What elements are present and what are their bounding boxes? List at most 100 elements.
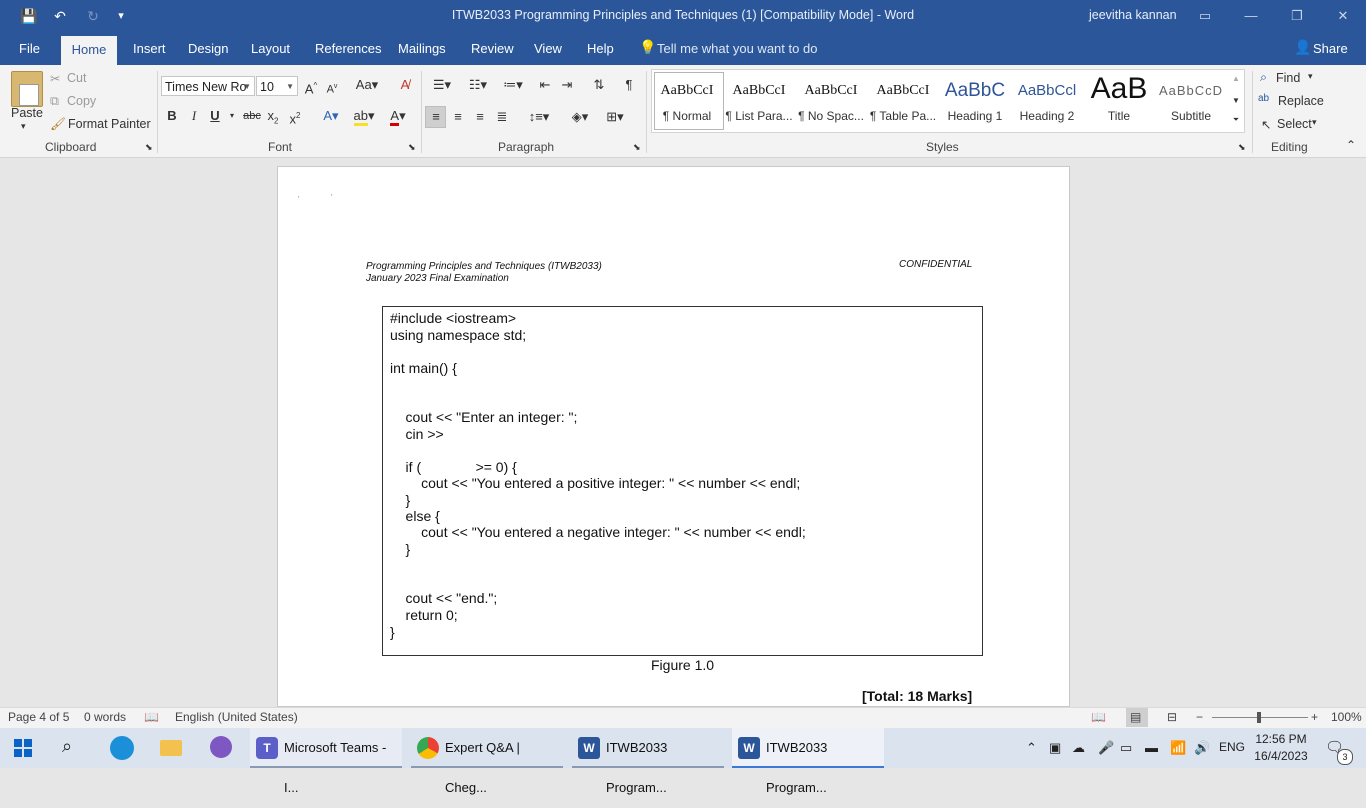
tab-file[interactable]: File: [19, 41, 40, 56]
tab-design[interactable]: Design: [188, 41, 228, 56]
replace-button[interactable]: Replace: [1278, 94, 1324, 108]
ribbon-display-options-icon[interactable]: ▭: [1182, 0, 1228, 32]
close-button[interactable]: ✕: [1320, 0, 1366, 32]
tab-home[interactable]: Home: [61, 36, 117, 65]
edge-icon[interactable]: [110, 736, 134, 760]
web-layout-icon[interactable]: ⊟: [1167, 710, 1177, 724]
read-mode-icon[interactable]: 📖: [1091, 710, 1106, 724]
clipboard-launcher-icon[interactable]: ⬊: [145, 142, 153, 153]
onedrive-icon[interactable]: ☁: [1072, 740, 1085, 756]
taskbar-app-word-2[interactable]: W ITWB2033 Program...: [732, 728, 884, 795]
clear-formatting-icon[interactable]: A̸: [396, 76, 414, 94]
align-center-icon[interactable]: ≡: [449, 108, 467, 126]
change-case-icon[interactable]: Aa▾: [353, 76, 381, 94]
microphone-icon[interactable]: 🎤: [1098, 740, 1114, 756]
styles-scroll-down-icon[interactable]: ▼: [1230, 92, 1242, 110]
style-subtitle[interactable]: AaBbCcD Subtitle: [1156, 73, 1226, 127]
save-icon[interactable]: 💾: [18, 6, 40, 26]
search-icon[interactable]: ⌕: [62, 736, 72, 757]
underline-icon[interactable]: U: [207, 107, 223, 125]
superscript-icon[interactable]: x2: [287, 107, 303, 128]
style-heading-1[interactable]: AaBbC Heading 1: [940, 73, 1010, 127]
select-button[interactable]: Select: [1277, 117, 1312, 131]
tab-help[interactable]: Help: [587, 41, 614, 56]
tab-insert[interactable]: Insert: [133, 41, 166, 56]
user-name[interactable]: jeevitha kannan: [1089, 8, 1177, 22]
align-right-icon[interactable]: ≡: [471, 108, 489, 126]
font-launcher-icon[interactable]: ⬊: [408, 142, 416, 153]
document-page[interactable]: ' ' Programming Principles and Technique…: [277, 166, 1070, 707]
font-name-box[interactable]: Times New Ro ▼: [161, 76, 255, 96]
justify-icon[interactable]: ≣: [493, 108, 511, 126]
numbering-icon[interactable]: ☷▾: [463, 76, 493, 94]
font-size-box[interactable]: 10 ▼: [256, 76, 298, 96]
highlight-icon[interactable]: ab▾: [350, 107, 378, 126]
bullets-icon[interactable]: ☰▾: [427, 76, 457, 94]
styles-scroll-up-icon[interactable]: ▲: [1230, 70, 1242, 88]
styles-launcher-icon[interactable]: ⬊: [1238, 142, 1246, 153]
zoom-level[interactable]: 100%: [1331, 710, 1362, 724]
minimize-button[interactable]: —: [1228, 0, 1274, 32]
paragraph-launcher-icon[interactable]: ⬊: [633, 142, 641, 153]
undo-icon[interactable]: ↶: [49, 6, 71, 26]
redo-icon[interactable]: ↻: [82, 6, 104, 26]
find-button[interactable]: Find: [1276, 71, 1300, 85]
taskbar-app-teams[interactable]: T Microsoft Teams - I...: [250, 728, 402, 795]
collapse-ribbon-icon[interactable]: ⌃: [1346, 138, 1356, 152]
underline-dropdown-icon[interactable]: ▾: [228, 107, 236, 125]
show-formatting-icon[interactable]: ¶: [620, 76, 638, 94]
maximize-button[interactable]: ❐: [1274, 0, 1320, 32]
volume-icon[interactable]: 🔊: [1194, 740, 1210, 756]
tab-view[interactable]: View: [534, 41, 562, 56]
paste-icon[interactable]: [11, 71, 43, 107]
style-normal[interactable]: AaBbCcI ¶ Normal: [652, 73, 722, 127]
bold-icon[interactable]: B: [164, 107, 180, 125]
language-indicator[interactable]: English (United States): [175, 710, 298, 724]
windows-start-icon[interactable]: [14, 739, 34, 759]
taskbar-app-word-1[interactable]: W ITWB2033 Program...: [572, 728, 724, 795]
subscript-icon[interactable]: x2: [265, 107, 281, 131]
style-no-spacing[interactable]: AaBbCcI ¶ No Spac...: [796, 73, 866, 127]
meet-now-icon[interactable]: ▣: [1049, 740, 1061, 756]
wifi-icon[interactable]: 📶: [1170, 740, 1186, 756]
strikethrough-icon[interactable]: abc: [242, 107, 262, 125]
text-effects-icon[interactable]: A▾: [317, 107, 345, 125]
increase-indent-icon[interactable]: ⇥: [558, 76, 576, 94]
copy-button[interactable]: Copy: [67, 94, 96, 108]
copilot-icon[interactable]: [210, 736, 232, 758]
customize-qat-icon[interactable]: ▾: [112, 6, 130, 26]
italic-icon[interactable]: I: [186, 107, 202, 125]
styles-more-icon[interactable]: ⏷: [1230, 111, 1242, 129]
decrease-indent-icon[interactable]: ⇤: [536, 76, 554, 94]
style-list-paragraph[interactable]: AaBbCcI ¶ List Para...: [724, 73, 794, 127]
battery-icon[interactable]: ▬: [1145, 740, 1158, 755]
format-painter-button[interactable]: Format Painter: [68, 117, 151, 131]
tab-references[interactable]: References: [315, 41, 381, 56]
chevron-down-icon[interactable]: ▼: [243, 77, 251, 97]
file-explorer-icon[interactable]: [160, 740, 182, 756]
share-button[interactable]: Share: [1313, 41, 1348, 56]
paste-dropdown-icon[interactable]: ▾: [21, 121, 26, 132]
line-spacing-icon[interactable]: ↕≡▾: [525, 108, 553, 126]
zoom-in-icon[interactable]: +: [1311, 710, 1318, 724]
chevron-down-icon[interactable]: ▼: [286, 77, 294, 97]
clock[interactable]: 12:56 PM 16/4/2023: [1253, 731, 1309, 765]
tab-mailings[interactable]: Mailings: [398, 41, 446, 56]
tab-layout[interactable]: Layout: [251, 41, 290, 56]
input-language[interactable]: ENG: [1219, 740, 1245, 754]
zoom-slider-thumb[interactable]: [1257, 712, 1261, 723]
find-dropdown-icon[interactable]: ▾: [1308, 71, 1313, 82]
grow-font-icon[interactable]: A^: [303, 77, 319, 98]
align-left-icon[interactable]: ≡: [427, 108, 445, 126]
print-layout-icon[interactable]: ▤: [1130, 710, 1141, 724]
borders-icon[interactable]: ⊞▾: [600, 108, 630, 126]
font-color-icon[interactable]: A▾: [384, 107, 412, 126]
shrink-font-icon[interactable]: Av: [325, 78, 339, 99]
tell-me-search[interactable]: Tell me what you want to do: [657, 41, 817, 56]
multilevel-list-icon[interactable]: ≔▾: [498, 76, 528, 94]
style-table-paragraph[interactable]: AaBbCcI ¶ Table Pa...: [868, 73, 938, 127]
style-title[interactable]: AaB Title: [1084, 73, 1154, 127]
page-count[interactable]: Page 4 of 5: [8, 710, 69, 724]
sort-icon[interactable]: ⇅: [590, 76, 608, 94]
select-dropdown-icon[interactable]: ▾: [1312, 117, 1317, 128]
